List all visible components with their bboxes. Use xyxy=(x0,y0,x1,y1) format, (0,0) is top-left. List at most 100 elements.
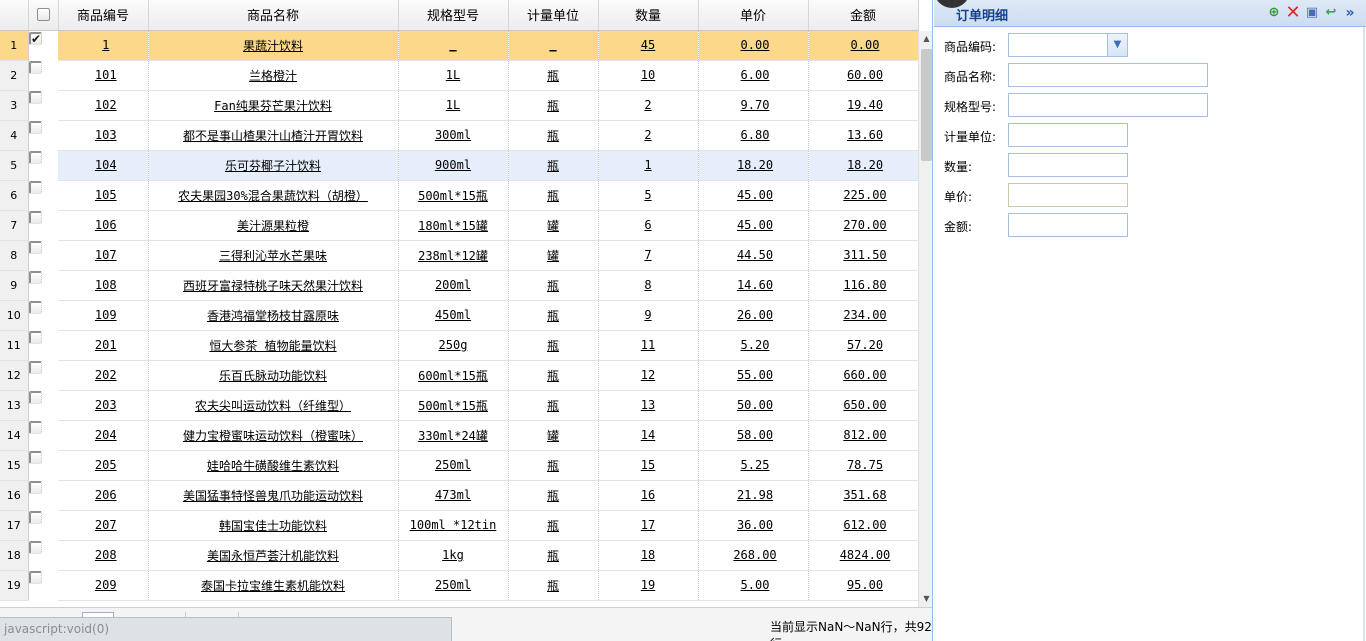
cell-amount[interactable]: 660.00 xyxy=(808,360,919,391)
save-icon[interactable]: ▣ xyxy=(1304,5,1320,21)
cell-qty[interactable]: 12 xyxy=(598,360,699,391)
cell-amount[interactable]: 234.00 xyxy=(808,300,919,331)
cell-name[interactable]: 农夫果园30%混合果蔬饮料（胡橙） xyxy=(148,180,399,211)
cell-name-link[interactable]: 都不是事山楂果汁山楂汁开胃饮料 xyxy=(183,129,363,143)
cell-name-link[interactable]: 西班牙富禄特桃子味天然果汁饮料 xyxy=(183,279,363,293)
row-checkbox[interactable] xyxy=(28,361,42,374)
cell-code-link[interactable]: 101 xyxy=(95,68,117,82)
cell-spec-link[interactable]: 250ml xyxy=(435,458,471,472)
col-header-qty[interactable]: 数量 xyxy=(598,0,699,31)
cell-name-link[interactable]: 恒大参茶 植物能量饮料 xyxy=(209,339,336,353)
cell-spec[interactable]: 330ml*24罐 xyxy=(398,420,509,451)
cell-amount[interactable]: 19.40 xyxy=(808,90,919,121)
cell-code[interactable]: 205 xyxy=(58,450,149,481)
cell-qty-link[interactable]: 13 xyxy=(641,398,655,412)
cell-code-link[interactable]: 105 xyxy=(95,188,117,202)
cell-code[interactable]: 103 xyxy=(58,120,149,151)
cell-price[interactable]: 58.00 xyxy=(698,420,809,451)
cell-amount-link[interactable]: 13.60 xyxy=(847,128,883,142)
row-checkbox-box[interactable] xyxy=(29,392,41,403)
chevron-down-icon[interactable]: ▼ xyxy=(1107,34,1127,56)
cell-name-link[interactable]: 韩国宝佳士功能饮料 xyxy=(219,519,327,533)
cell-qty-link[interactable]: 1 xyxy=(644,158,651,172)
col-header-amount[interactable]: 金额 xyxy=(808,0,919,31)
cell-spec-link[interactable]: 238ml*12罐 xyxy=(418,249,488,263)
cell-price-link[interactable]: 45.00 xyxy=(737,218,773,232)
table-row[interactable]: 5 104 乐可芬椰子汁饮料 900ml 瓶 1 18.20 18.20 xyxy=(0,150,919,181)
unit-input[interactable] xyxy=(1008,123,1128,147)
cell-qty[interactable]: 10 xyxy=(598,60,699,91)
row-checkbox-box[interactable] xyxy=(29,362,41,373)
cell-name[interactable]: 果蔬汁饮料 xyxy=(148,30,399,61)
cell-code[interactable]: 209 xyxy=(58,570,149,601)
cell-name[interactable]: 娃哈哈牛磺酸维生素饮料 xyxy=(148,450,399,481)
cell-amount-link[interactable]: 60.00 xyxy=(847,68,883,82)
cell-unit-link[interactable]: 罐 xyxy=(547,219,559,233)
cell-amount[interactable]: 650.00 xyxy=(808,390,919,421)
cell-spec[interactable]: 900ml xyxy=(398,150,509,181)
table-row[interactable]: 11 201 恒大参茶 植物能量饮料 250g 瓶 11 5.20 57.20 xyxy=(0,330,919,361)
row-checkbox-box[interactable] xyxy=(29,62,41,73)
cell-name-link[interactable]: 兰格橙汁 xyxy=(249,69,297,83)
cell-code[interactable]: 206 xyxy=(58,480,149,511)
more-icon[interactable]: » xyxy=(1342,5,1358,21)
cell-spec-link[interactable]: 500ml*15瓶 xyxy=(418,189,488,203)
row-checkbox[interactable] xyxy=(28,421,42,434)
cell-name[interactable]: 美国猛事特怪兽鬼爪功能运动饮料 xyxy=(148,480,399,511)
cell-price-link[interactable]: 14.60 xyxy=(737,278,773,292)
cell-name[interactable]: 恒大参茶 植物能量饮料 xyxy=(148,330,399,361)
cell-price[interactable]: 0.00 xyxy=(698,30,809,61)
cell-qty[interactable]: 19 xyxy=(598,570,699,601)
cell-code[interactable]: 202 xyxy=(58,360,149,391)
cell-spec[interactable]: 238ml*12罐 xyxy=(398,240,509,271)
row-checkbox-box[interactable]: ✔ xyxy=(29,32,41,44)
cell-qty[interactable]: 45 xyxy=(598,30,699,61)
cell-amount-link[interactable]: 19.40 xyxy=(847,98,883,112)
cell-unit[interactable]: 瓶 xyxy=(508,450,599,481)
cell-qty[interactable]: 13 xyxy=(598,390,699,421)
cell-amount[interactable]: 57.20 xyxy=(808,330,919,361)
cell-qty-link[interactable]: 12 xyxy=(641,368,655,382)
cell-qty-link[interactable]: 10 xyxy=(641,68,655,82)
cell-spec-link[interactable]: 1L xyxy=(446,98,460,112)
cell-spec-link[interactable]: 180ml*15罐 xyxy=(418,219,488,233)
cell-amount-link[interactable]: 311.50 xyxy=(843,248,886,262)
row-checkbox[interactable] xyxy=(28,271,42,284)
row-checkbox[interactable] xyxy=(28,331,42,344)
cell-price-link[interactable]: 9.70 xyxy=(741,98,770,112)
cell-code[interactable]: 102 xyxy=(58,90,149,121)
scroll-up-icon[interactable]: ▲ xyxy=(919,31,932,47)
cell-price-link[interactable]: 44.50 xyxy=(737,248,773,262)
cell-code[interactable]: 204 xyxy=(58,420,149,451)
cell-name[interactable]: 香港鸿福堂杨枝甘露原味 xyxy=(148,300,399,331)
cell-name-link[interactable]: 三得利沁苹水芒果味 xyxy=(219,249,327,263)
row-checkbox[interactable] xyxy=(28,181,42,194)
row-checkbox[interactable] xyxy=(28,481,42,494)
cell-spec[interactable]: 600ml*15瓶 xyxy=(398,360,509,391)
cell-code-link[interactable]: 106 xyxy=(95,218,117,232)
cell-qty-link[interactable]: 11 xyxy=(641,338,655,352)
cell-amount[interactable]: 270.00 xyxy=(808,210,919,241)
cell-unit-link[interactable]: 罐 xyxy=(547,249,559,263)
table-row[interactable]: 1 ✔ 1 果蔬汁饮料 _ _ 45 0.00 0.00 xyxy=(0,30,919,61)
cell-qty[interactable]: 1 xyxy=(598,150,699,181)
cell-spec-link[interactable]: 250ml xyxy=(435,578,471,592)
row-checkbox-box[interactable] xyxy=(29,542,41,553)
cell-spec-link[interactable]: 473ml xyxy=(435,488,471,502)
cell-code[interactable]: 201 xyxy=(58,330,149,361)
cell-amount[interactable]: 18.20 xyxy=(808,150,919,181)
cell-code-link[interactable]: 107 xyxy=(95,248,117,262)
cell-qty[interactable]: 2 xyxy=(598,120,699,151)
select-all-header[interactable] xyxy=(28,0,59,31)
cell-code-link[interactable]: 205 xyxy=(95,458,117,472)
row-checkbox[interactable] xyxy=(28,571,42,584)
cell-unit[interactable]: _ xyxy=(508,30,599,61)
cell-price-link[interactable]: 5.00 xyxy=(741,578,770,592)
cell-qty-link[interactable]: 2 xyxy=(644,128,651,142)
row-checkbox-box[interactable] xyxy=(29,152,41,163)
col-header-price[interactable]: 单价 xyxy=(698,0,809,31)
cell-amount-link[interactable]: 270.00 xyxy=(843,218,886,232)
vertical-scrollbar[interactable]: ▲ ▼ xyxy=(918,31,932,607)
cell-spec-link[interactable]: 1kg xyxy=(442,548,464,562)
cell-name-link[interactable]: 农夫果园30%混合果蔬饮料（胡橙） xyxy=(178,189,368,203)
